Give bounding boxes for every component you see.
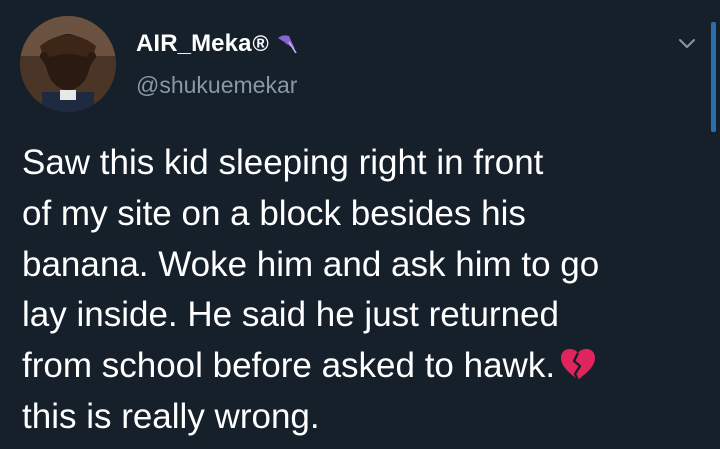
tweet-card: AIR_Meka ® @shukuemekar Saw this kid sle…	[0, 0, 720, 449]
tweet-text-line: lay inside. He said he just returned	[22, 295, 559, 335]
tweet-text-line: banana. Woke him and ask him to go	[22, 244, 600, 284]
umbrella-icon	[277, 35, 297, 54]
tweet-text-line: this is really wrong.	[22, 396, 320, 436]
tweet-text: Saw this kid sleeping right in front of …	[22, 138, 702, 443]
user-handle[interactable]: @shukuemekar	[136, 72, 297, 99]
tweet-text-line: from school before asked to hawk.	[22, 346, 556, 386]
avatar-image	[20, 16, 116, 112]
tweet-text-line: Saw this kid sleeping right in front	[22, 143, 544, 182]
tweet-text-line: of my site on a block besides his	[22, 193, 526, 233]
scrollbar[interactable]	[711, 22, 716, 132]
broken-heart-icon	[561, 349, 596, 381]
avatar[interactable]	[20, 16, 116, 112]
registered-mark: ®	[252, 31, 269, 56]
display-name[interactable]: AIR_Meka	[136, 30, 252, 58]
display-name-row: AIR_Meka ®	[136, 29, 299, 59]
chevron-down-icon[interactable]	[676, 32, 698, 54]
